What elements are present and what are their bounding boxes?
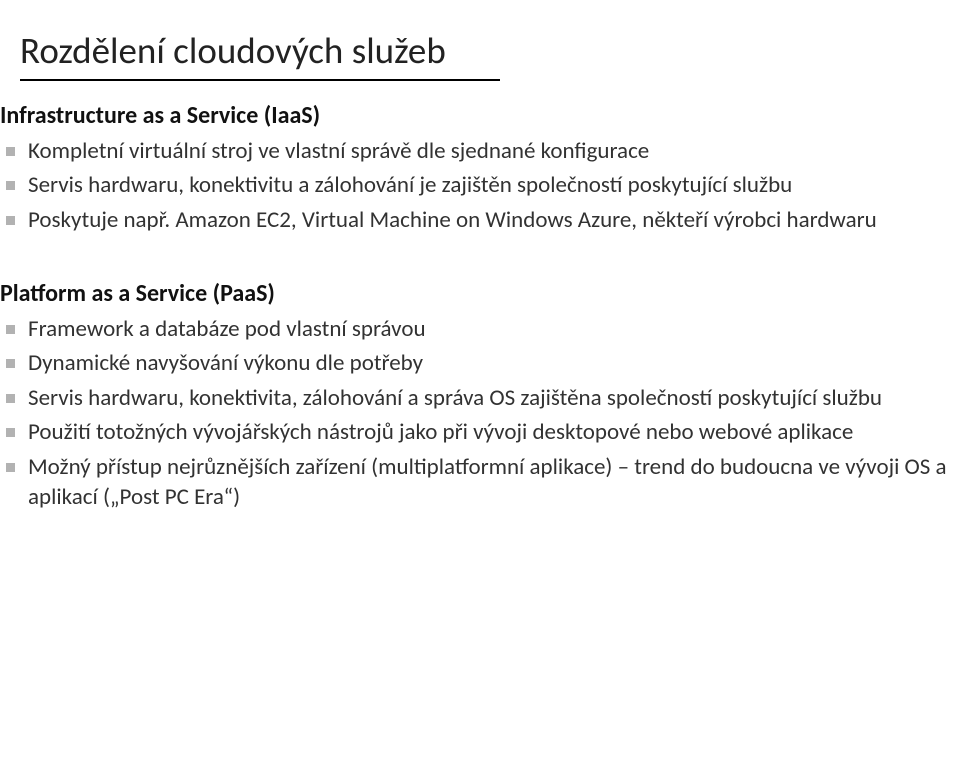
- list-item-text: Servis hardwaru, konektivita, zálohování…: [28, 384, 882, 412]
- list-item: Servis hardwaru, konektivita, zálohování…: [0, 383, 948, 413]
- square-bullet-icon: [6, 428, 15, 437]
- square-bullet-icon: [6, 394, 15, 403]
- section-paas: Platform as a Service (PaaS) Framework a…: [0, 279, 948, 512]
- list-item: Kompletní virtuální stroj ve vlastní spr…: [0, 136, 948, 166]
- list-item-text: Framework a databáze pod vlastní správou: [28, 315, 426, 343]
- list-item-text: Použití totožných vývojářských nástrojů …: [28, 418, 853, 446]
- square-bullet-icon: [6, 216, 15, 225]
- list-item: Framework a databáze pod vlastní správou: [0, 314, 948, 344]
- slide-title: Rozdělení cloudových služeb: [20, 28, 948, 73]
- list-item-text: Servis hardwaru, konektivitu a zálohován…: [28, 171, 792, 199]
- square-bullet-icon: [6, 325, 15, 334]
- list-item: Možný přístup nejrůznějších zařízení (mu…: [0, 452, 948, 513]
- list-item-text: Poskytuje např. Amazon EC2, Virtual Mach…: [28, 206, 877, 234]
- list-item-text: Kompletní virtuální stroj ve vlastní spr…: [28, 137, 649, 165]
- list-item: Poskytuje např. Amazon EC2, Virtual Mach…: [0, 205, 948, 235]
- list-item-text: Dynamické navyšování výkonu dle potřeby: [28, 349, 423, 377]
- section-header: Infrastructure as a Service (IaaS): [0, 101, 948, 130]
- square-bullet-icon: [6, 359, 15, 368]
- section-gap: [0, 239, 948, 261]
- list-item-text: Možný přístup nejrůznějších zařízení (mu…: [28, 453, 947, 511]
- slide: Rozdělení cloudových služeb Infrastructu…: [0, 0, 960, 767]
- square-bullet-icon: [6, 463, 15, 472]
- title-underline: [20, 79, 500, 81]
- bullet-list: Framework a databáze pod vlastní správou…: [0, 314, 948, 512]
- square-bullet-icon: [6, 147, 15, 156]
- square-bullet-icon: [6, 181, 15, 190]
- bullet-list: Kompletní virtuální stroj ve vlastní spr…: [0, 136, 948, 235]
- list-item: Dynamické navyšování výkonu dle potřeby: [0, 348, 948, 378]
- section-header: Platform as a Service (PaaS): [0, 279, 948, 308]
- list-item: Servis hardwaru, konektivitu a zálohován…: [0, 170, 948, 200]
- section-iaas: Infrastructure as a Service (IaaS) Kompl…: [0, 101, 948, 235]
- list-item: Použití totožných vývojářských nástrojů …: [0, 417, 948, 447]
